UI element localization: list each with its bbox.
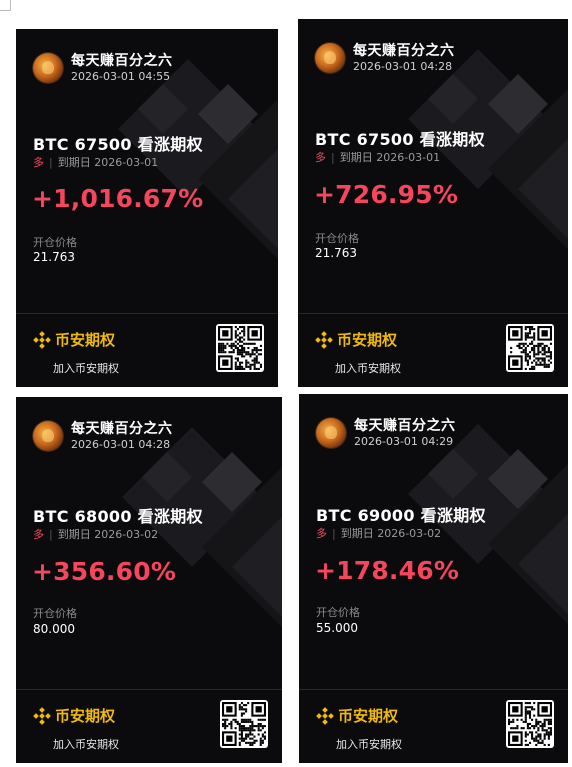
expiry-date: 2026-03-01: [376, 151, 441, 164]
entry-price: 55.000: [316, 621, 358, 635]
option-symbol: BTC 67500 看涨期权: [315, 130, 485, 149]
option-meta: 多 | 到期日 2026-03-02: [33, 526, 158, 542]
option-symbol: BTC 67500 看涨期权: [33, 135, 203, 154]
card-footer: 币安期权 加入币安期权: [16, 313, 278, 387]
expiry-date: 2026-03-02: [377, 527, 442, 540]
qr-code-icon[interactable]: [216, 324, 264, 372]
expiry-label: 到期日: [340, 527, 374, 540]
pnl-percent: +178.46%: [315, 556, 460, 585]
position-side: 多: [33, 528, 44, 541]
timestamp: 2026-03-01 04:28: [71, 438, 171, 451]
timestamp: 2026-03-01 04:28: [353, 60, 453, 73]
entry-price-label: 开仓价格: [316, 606, 360, 619]
divider: |: [49, 528, 53, 541]
qr-code-icon[interactable]: [220, 700, 268, 748]
share-card: 每天赚百分之六 2026-03-01 04:28 BTC 67500 看涨期权 …: [298, 19, 568, 387]
username: 每天赚百分之六: [71, 421, 173, 437]
pnl-percent: +356.60%: [32, 557, 177, 586]
avatar-lion-icon: [33, 421, 63, 451]
brand: 币安期权: [33, 705, 115, 726]
share-card: 每天赚百分之六 2026-03-01 04:28 BTC 68000 看涨期权 …: [16, 397, 282, 763]
qr-code-icon[interactable]: [506, 700, 554, 748]
binance-logo-icon: [33, 706, 51, 725]
option-meta: 多 | 到期日 2026-03-01: [33, 154, 158, 170]
entry-price-label: 开仓价格: [33, 236, 77, 249]
card-footer: 币安期权 加入币安期权: [16, 689, 282, 763]
brand: 币安期权: [315, 329, 397, 350]
username: 每天赚百分之六: [71, 53, 173, 69]
entry-price: 21.763: [315, 246, 357, 260]
avatar-lion-icon: [315, 43, 345, 73]
card-footer: 币安期权 加入币安期权: [299, 689, 568, 763]
pnl-percent: +726.95%: [314, 180, 459, 209]
option-symbol: BTC 69000 看涨期权: [316, 506, 486, 525]
binance-logo-icon: [33, 330, 51, 349]
entry-price: 80.000: [33, 622, 75, 636]
position-side: 多: [315, 151, 326, 164]
entry-price-label: 开仓价格: [33, 607, 77, 620]
join-link[interactable]: 加入币安期权: [53, 736, 119, 752]
expiry-label: 到期日: [57, 156, 91, 169]
username: 每天赚百分之六: [354, 418, 456, 434]
binance-logo-icon: [316, 706, 334, 725]
crop-corner-mark: [0, 0, 11, 11]
timestamp: 2026-03-01 04:29: [354, 435, 454, 448]
option-meta: 多 | 到期日 2026-03-02: [316, 525, 441, 541]
avatar-lion-icon: [316, 418, 346, 448]
option-symbol: BTC 68000 看涨期权: [33, 507, 203, 526]
share-card: 每天赚百分之六 2026-03-01 04:55 BTC 67500 看涨期权 …: [16, 29, 278, 387]
brand-name: 币安期权: [55, 707, 116, 725]
share-card: 每天赚百分之六 2026-03-01 04:29 BTC 69000 看涨期权 …: [299, 394, 568, 763]
expiry-date: 2026-03-01: [94, 156, 159, 169]
binance-logo-icon: [315, 330, 333, 349]
brand-name: 币安期权: [337, 331, 398, 349]
qr-code-icon[interactable]: [506, 324, 554, 372]
expiry-label: 到期日: [339, 151, 373, 164]
card-footer: 币安期权 加入币安期权: [298, 313, 568, 387]
divider: |: [49, 156, 53, 169]
expiry-date: 2026-03-02: [94, 528, 159, 541]
expiry-label: 到期日: [57, 528, 91, 541]
position-side: 多: [33, 156, 44, 169]
username: 每天赚百分之六: [353, 43, 455, 59]
brand-name: 币安期权: [55, 331, 116, 349]
position-side: 多: [316, 527, 327, 540]
avatar-lion-icon: [33, 53, 63, 83]
entry-price-label: 开仓价格: [315, 232, 359, 245]
join-link[interactable]: 加入币安期权: [336, 736, 402, 752]
join-link[interactable]: 加入币安期权: [53, 360, 119, 376]
brand: 币安期权: [33, 329, 115, 350]
option-meta: 多 | 到期日 2026-03-01: [315, 149, 440, 165]
brand-name: 币安期权: [338, 707, 399, 725]
entry-price: 21.763: [33, 250, 75, 264]
pnl-percent: +1,016.67%: [32, 184, 204, 213]
divider: |: [332, 527, 336, 540]
brand: 币安期权: [316, 705, 398, 726]
join-link[interactable]: 加入币安期权: [335, 360, 401, 376]
timestamp: 2026-03-01 04:55: [71, 70, 171, 83]
divider: |: [331, 151, 335, 164]
